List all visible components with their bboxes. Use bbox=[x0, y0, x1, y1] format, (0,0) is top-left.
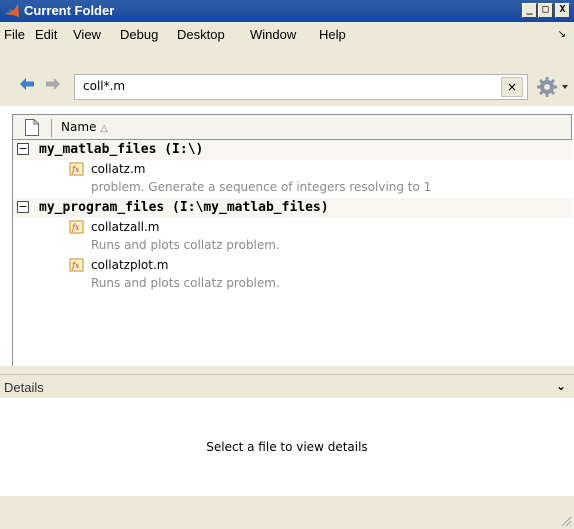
toolbar: coll*.m × bbox=[0, 48, 574, 106]
status-bar bbox=[0, 496, 574, 529]
clear-search-button[interactable]: × bbox=[501, 77, 523, 97]
svg-text:fx: fx bbox=[71, 261, 80, 270]
document-icon bbox=[25, 119, 39, 136]
menu-overflow-icon[interactable]: ↘ bbox=[558, 29, 566, 40]
group-my-matlab-files[interactable]: − my_matlab_files (I:\) bbox=[13, 140, 573, 160]
details-panel: Select a file to view details bbox=[0, 398, 574, 496]
minimize-button[interactable]: _ bbox=[522, 3, 537, 18]
resize-grip-icon[interactable] bbox=[560, 515, 572, 527]
svg-text:fx: fx bbox=[71, 165, 80, 174]
details-placeholder: Select a file to view details bbox=[206, 440, 368, 454]
file-list: − my_matlab_files (I:\) fx collatz.m pro… bbox=[12, 140, 573, 366]
details-label: Details bbox=[4, 380, 44, 395]
column-header[interactable]: Name △ bbox=[12, 114, 572, 140]
group-my-program-files[interactable]: − my_program_files (I:\my_matlab_files) bbox=[13, 198, 573, 218]
menu-bar: File Edit View Debug Desktop Window Help… bbox=[0, 22, 574, 48]
function-file-icon: fx bbox=[69, 220, 84, 234]
window-title: Current Folder bbox=[24, 3, 115, 18]
file-name[interactable]: collatzplot.m bbox=[91, 258, 168, 272]
file-row-collatz[interactable]: fx collatz.m bbox=[13, 160, 573, 179]
back-arrow-icon[interactable] bbox=[20, 78, 34, 90]
collapse-icon[interactable]: − bbox=[17, 201, 29, 213]
menu-file[interactable]: File bbox=[4, 27, 25, 42]
close-button[interactable]: X bbox=[555, 3, 570, 18]
name-column-label[interactable]: Name △ bbox=[61, 120, 108, 134]
menu-edit[interactable]: Edit bbox=[35, 27, 57, 42]
file-row-collatzall[interactable]: fx collatzall.m bbox=[13, 218, 573, 237]
menu-window[interactable]: Window bbox=[250, 27, 296, 42]
function-file-icon: fx bbox=[69, 162, 84, 176]
file-name[interactable]: collatz.m bbox=[91, 162, 145, 176]
menu-help[interactable]: Help bbox=[319, 27, 346, 42]
panel-splitter[interactable] bbox=[0, 366, 574, 374]
file-description-row: problem. Generate a sequence of integers… bbox=[13, 179, 573, 198]
search-input[interactable]: coll*.m bbox=[83, 79, 125, 93]
menu-view[interactable]: View bbox=[73, 27, 101, 42]
title-bar: Current Folder _ □ X bbox=[0, 0, 574, 22]
file-name[interactable]: collatzall.m bbox=[91, 220, 160, 234]
menu-debug[interactable]: Debug bbox=[120, 27, 158, 42]
file-description: Runs and plots collatz problem. bbox=[91, 276, 280, 290]
maximize-button[interactable]: □ bbox=[538, 3, 553, 18]
chevron-down-icon[interactable]: ⌄ bbox=[556, 379, 566, 393]
group-label: my_matlab_files (I:\) bbox=[39, 142, 204, 157]
menu-desktop[interactable]: Desktop bbox=[177, 27, 225, 42]
file-description-row: Runs and plots collatz problem. bbox=[13, 237, 573, 256]
file-row-collatzplot[interactable]: fx collatzplot.m bbox=[13, 256, 573, 275]
file-description-row: Runs and plots collatz problem. bbox=[13, 275, 573, 294]
sort-ascending-icon: △ bbox=[100, 123, 108, 134]
search-box[interactable]: coll*.m × bbox=[74, 74, 528, 100]
file-description: Runs and plots collatz problem. bbox=[91, 238, 280, 252]
file-description: problem. Generate a sequence of integers… bbox=[91, 180, 432, 194]
file-type-column[interactable] bbox=[17, 119, 52, 137]
matlab-logo-icon bbox=[5, 4, 19, 17]
collapse-icon[interactable]: − bbox=[17, 143, 29, 155]
svg-text:fx: fx bbox=[71, 223, 80, 232]
forward-arrow-icon[interactable] bbox=[46, 78, 60, 90]
details-header[interactable]: Details ⌄ bbox=[0, 374, 574, 399]
gear-actions-icon[interactable] bbox=[533, 75, 571, 99]
group-label: my_program_files (I:\my_matlab_files) bbox=[39, 200, 329, 215]
function-file-icon: fx bbox=[69, 258, 84, 272]
